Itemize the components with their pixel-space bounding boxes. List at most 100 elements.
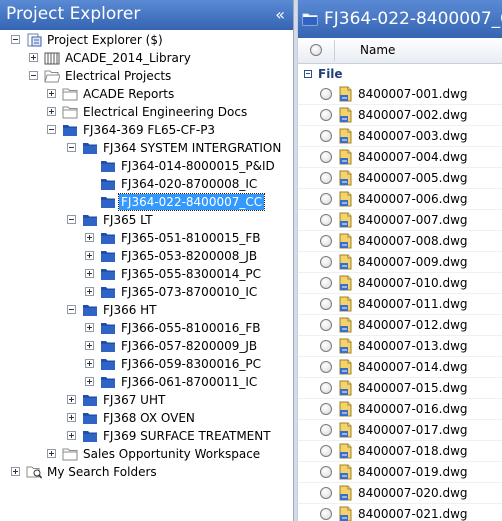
expand-icon[interactable]	[85, 359, 94, 368]
file-select-radio[interactable]	[320, 340, 332, 352]
expand-icon[interactable]	[85, 377, 94, 386]
tree-item-fj367-uht[interactable]: FJ367 UHT	[0, 391, 293, 409]
file-name[interactable]: 8400007-004.dwg	[358, 150, 468, 164]
tree-item-electrical-engineering-docs[interactable]: Electrical Engineering Docs	[0, 103, 293, 121]
collapse-icon[interactable]	[67, 143, 76, 152]
expand-icon[interactable]	[47, 107, 56, 116]
tree-item-fj364-014-8000015-p-id[interactable]: FJ364-014-8000015_P&ID	[0, 157, 293, 175]
column-separator[interactable]	[334, 40, 335, 61]
file-name[interactable]: 8400007-020.dwg	[358, 486, 468, 500]
file-select-radio[interactable]	[320, 487, 332, 499]
tree-item-label[interactable]: ACADE Reports	[81, 86, 176, 102]
tree-item-my-search-folders[interactable]: My Search Folders	[0, 463, 293, 481]
expand-icon[interactable]	[85, 269, 94, 278]
tree-item-label[interactable]: Electrical Projects	[63, 68, 173, 84]
file-select-radio[interactable]	[320, 193, 332, 205]
tree-item-label[interactable]: FJ364-020-8700008_IC	[119, 176, 259, 192]
file-name[interactable]: 8400007-013.dwg	[358, 339, 468, 353]
expand-icon[interactable]	[29, 53, 38, 62]
tree-item-label[interactable]: FJ365 LT	[101, 212, 155, 228]
tree-item-label[interactable]: FJ365-073-8700010_IC	[119, 284, 259, 300]
file-name[interactable]: 8400007-002.dwg	[358, 108, 468, 122]
tree-item-label[interactable]: FJ368 OX OVEN	[101, 410, 197, 426]
tree-item-label[interactable]: ACADE_2014_Library	[63, 50, 193, 66]
tree-item-label[interactable]: FJ369 SURFACE TREATMENT	[101, 428, 273, 444]
expand-icon[interactable]	[47, 89, 56, 98]
file-row[interactable]: 8400007-017.dwg	[298, 420, 502, 441]
tree-item-fj366-055-8100016-fb[interactable]: FJ366-055-8100016_FB	[0, 319, 293, 337]
file-row[interactable]: 8400007-015.dwg	[298, 378, 502, 399]
tree-item-fj364-369-fl65-cf-p3[interactable]: FJ364-369 FL65-CF-P3	[0, 121, 293, 139]
expand-icon[interactable]	[85, 287, 94, 296]
file-name[interactable]: 8400007-005.dwg	[358, 171, 468, 185]
expand-icon[interactable]	[47, 449, 56, 458]
tree-item-label[interactable]: FJ364 SYSTEM INTERGRATION	[101, 140, 283, 156]
expand-icon[interactable]	[67, 431, 76, 440]
tree-item-label[interactable]: FJ365-051-8100015_FB	[119, 230, 263, 246]
file-row[interactable]: 8400007-020.dwg	[298, 483, 502, 504]
file-row[interactable]: 8400007-011.dwg	[298, 294, 502, 315]
file-name[interactable]: 8400007-019.dwg	[358, 465, 468, 479]
file-row[interactable]: 8400007-006.dwg	[298, 189, 502, 210]
file-row[interactable]: 8400007-021.dwg	[298, 504, 502, 521]
tree-item-project-explorer[interactable]: Project Explorer ($)	[0, 31, 293, 49]
tree-item-label[interactable]: FJ366-059-8300016_PC	[119, 356, 263, 372]
file-row[interactable]: 8400007-019.dwg	[298, 462, 502, 483]
tree-item-fj365-051-8100015-fb[interactable]: FJ365-051-8100015_FB	[0, 229, 293, 247]
file-name[interactable]: 8400007-003.dwg	[358, 129, 468, 143]
tree-item-label[interactable]: FJ367 UHT	[101, 392, 167, 408]
file-name[interactable]: 8400007-021.dwg	[358, 507, 468, 521]
tree-item-fj364-022-8400007-cc[interactable]: FJ364-022-8400007_CC	[0, 193, 293, 211]
tree-item-fj366-061-8700011-ic[interactable]: FJ366-061-8700011_IC	[0, 373, 293, 391]
file-row[interactable]: 8400007-016.dwg	[298, 399, 502, 420]
tree-item-label[interactable]: FJ364-014-8000015_P&ID	[119, 158, 277, 174]
tree-item-sales-opportunity-workspace[interactable]: Sales Opportunity Workspace	[0, 445, 293, 463]
file-name[interactable]: 8400007-011.dwg	[358, 297, 468, 311]
file-select-radio[interactable]	[320, 151, 332, 163]
file-row[interactable]: 8400007-005.dwg	[298, 168, 502, 189]
expand-icon[interactable]	[85, 323, 94, 332]
tree-item-label[interactable]: Project Explorer ($)	[45, 32, 165, 48]
file-row[interactable]: 8400007-002.dwg	[298, 105, 502, 126]
file-name[interactable]: 8400007-016.dwg	[358, 402, 468, 416]
column-name[interactable]: Name	[360, 43, 395, 57]
tree-item-fj364-020-8700008-ic[interactable]: FJ364-020-8700008_IC	[0, 175, 293, 193]
expand-icon[interactable]	[11, 467, 20, 476]
tree-item-label[interactable]: FJ366-057-8200009_JB	[119, 338, 259, 354]
expand-icon[interactable]	[85, 341, 94, 350]
select-all-radio[interactable]	[310, 44, 322, 56]
file-name[interactable]: 8400007-015.dwg	[358, 381, 468, 395]
file-row[interactable]: 8400007-003.dwg	[298, 126, 502, 147]
tree-item-fj365-lt[interactable]: FJ365 LT	[0, 211, 293, 229]
collapse-icon[interactable]	[29, 71, 38, 80]
tree-item-label[interactable]: FJ366-055-8100016_FB	[119, 320, 263, 336]
file-select-radio[interactable]	[320, 361, 332, 373]
file-select-radio[interactable]	[320, 298, 332, 310]
file-name[interactable]: 8400007-012.dwg	[358, 318, 468, 332]
tree-item-acade-2014-library[interactable]: ACADE_2014_Library	[0, 49, 293, 67]
file-select-radio[interactable]	[320, 508, 332, 520]
tree-item-fj369-surface-treatment[interactable]: FJ369 SURFACE TREATMENT	[0, 427, 293, 445]
collapse-icon[interactable]	[67, 305, 76, 314]
file-name[interactable]: 8400007-001.dwg	[358, 87, 468, 101]
file-name[interactable]: 8400007-010.dwg	[358, 276, 468, 290]
file-row[interactable]: 8400007-009.dwg	[298, 252, 502, 273]
tree-item-label[interactable]: FJ366-061-8700011_IC	[119, 374, 259, 390]
file-select-radio[interactable]	[320, 403, 332, 415]
expand-icon[interactable]	[67, 413, 76, 422]
collapse-icon[interactable]	[67, 215, 76, 224]
tree-item-fj368-ox-oven[interactable]: FJ368 OX OVEN	[0, 409, 293, 427]
file-row[interactable]: 8400007-008.dwg	[298, 231, 502, 252]
file-select-radio[interactable]	[320, 382, 332, 394]
tree-item-fj365-073-8700010-ic[interactable]: FJ365-073-8700010_IC	[0, 283, 293, 301]
expand-icon[interactable]	[67, 395, 76, 404]
tree-item-label[interactable]: Electrical Engineering Docs	[81, 104, 249, 120]
collapse-group-icon[interactable]	[304, 70, 312, 78]
expand-icon[interactable]	[85, 251, 94, 260]
file-name[interactable]: 8400007-017.dwg	[358, 423, 468, 437]
file-row[interactable]: 8400007-010.dwg	[298, 273, 502, 294]
file-name[interactable]: 8400007-007.dwg	[358, 213, 468, 227]
tree-item-fj366-057-8200009-jb[interactable]: FJ366-057-8200009_JB	[0, 337, 293, 355]
file-row[interactable]: 8400007-012.dwg	[298, 315, 502, 336]
file-name[interactable]: 8400007-009.dwg	[358, 255, 468, 269]
